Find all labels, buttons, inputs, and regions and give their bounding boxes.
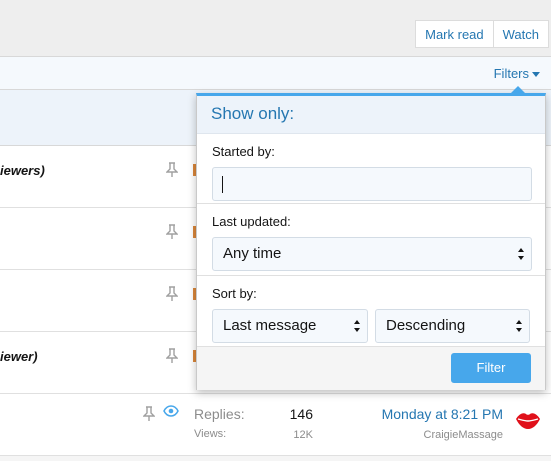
popup-pointer (510, 86, 526, 94)
sort-by-section: Sort by: Last message Descending (197, 276, 545, 347)
last-updated-value: Any time (223, 245, 282, 262)
views-value: 12K (293, 429, 313, 441)
filter-bar: Filters (0, 56, 551, 90)
sort-order-select[interactable]: Descending (375, 309, 530, 343)
popup-footer: Filter (197, 347, 545, 390)
pin-icon (166, 162, 178, 177)
pin-icon (166, 286, 178, 301)
views-label: Views: (194, 428, 227, 440)
last-updated-label: Last updated: (212, 214, 291, 229)
lips-avatar-icon[interactable] (515, 408, 541, 432)
replies-label: Replies: (194, 406, 245, 422)
last-updated-select[interactable]: Any time (212, 237, 532, 271)
thread-title[interactable]: iewer) (0, 349, 38, 364)
caret-down-icon (532, 72, 540, 78)
eye-icon (163, 405, 179, 417)
sort-by-label: Sort by: (212, 286, 257, 301)
started-by-label: Started by: (212, 144, 275, 159)
replies-value: 146 (289, 406, 313, 422)
pin-icon (143, 406, 155, 421)
started-by-input[interactable] (212, 167, 532, 201)
popup-title: Show only: (197, 96, 545, 134)
table-row[interactable]: Replies: 146 Views: 12K Monday at 8:21 P… (0, 394, 551, 456)
sort-order-value: Descending (386, 317, 466, 334)
last-post-date[interactable]: Monday at 8:21 PM (382, 406, 503, 422)
mark-read-button[interactable]: Mark read (415, 20, 494, 48)
last-post-user[interactable]: CraigieMassage (424, 429, 503, 441)
thread-title[interactable]: iewers) (0, 163, 45, 178)
thread-actions: Mark read Watch (415, 20, 549, 48)
select-arrows-icon (516, 320, 522, 332)
sort-field-select[interactable]: Last message (212, 309, 368, 343)
pin-icon (166, 348, 178, 363)
last-updated-section: Last updated: Any time (197, 204, 545, 276)
page-top-bar: Mark read Watch (0, 0, 551, 56)
sort-field-value: Last message (223, 317, 317, 334)
pin-icon (166, 224, 178, 239)
filters-label: Filters (493, 66, 529, 81)
started-by-section: Started by: (197, 134, 545, 204)
select-arrows-icon (518, 248, 524, 260)
text-cursor (222, 176, 223, 193)
filters-popup: Show only: Started by: Last updated: Any… (196, 86, 546, 390)
sort-controls: Last message Descending (212, 309, 530, 343)
filter-button[interactable]: Filter (451, 353, 531, 383)
filters-toggle[interactable]: Filters (494, 66, 540, 81)
select-arrows-icon (354, 320, 360, 332)
watch-button[interactable]: Watch (493, 20, 549, 48)
